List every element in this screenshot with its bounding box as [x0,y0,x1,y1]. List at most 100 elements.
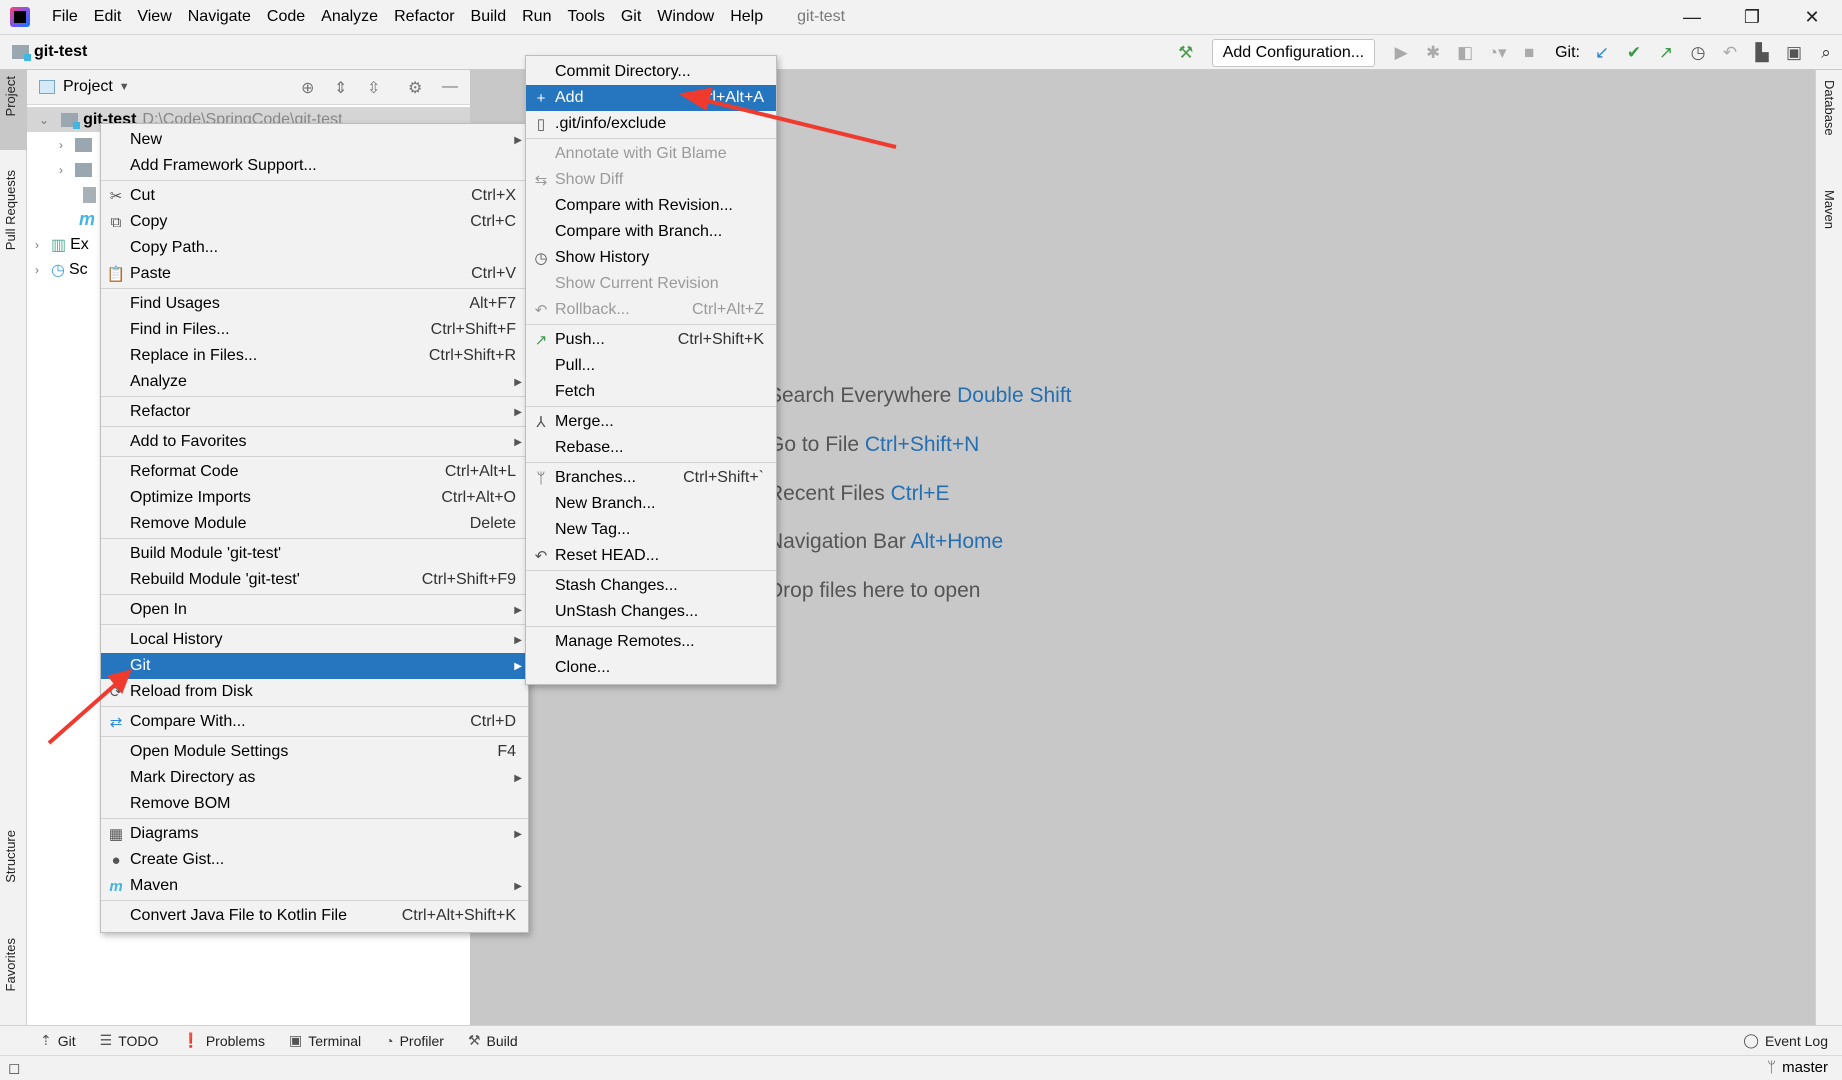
build-hammer-icon[interactable]: ⚒ [1170,43,1202,63]
menu-item-merge[interactable]: ⅄ Merge... [526,409,776,435]
collapse-all-icon[interactable]: ⇳ [367,78,380,98]
menu-item-copy[interactable]: ⧉ Copy Ctrl+C [101,209,528,235]
expand-all-icon[interactable]: ⇕ [334,78,347,98]
hide-icon[interactable]: — [442,78,458,96]
menu-item-new-tag[interactable]: New Tag... [526,517,776,543]
menu-item-clone[interactable]: Clone... [526,655,776,681]
project-structure-icon[interactable]: ▙ [1746,43,1778,63]
menu-item-open-module-settings[interactable]: Open Module Settings F4 [101,739,528,765]
menu-item-create-gist[interactable]: ● Create Gist... [101,847,528,873]
rollback-icon[interactable]: ↶ [1714,43,1746,63]
menu-item-compare-with-branch[interactable]: Compare with Branch... [526,219,776,245]
tool-window-maven[interactable]: Maven [1822,190,1837,229]
run-icon[interactable]: ▶ [1385,43,1417,63]
tool-window-structure[interactable]: Structure [3,830,18,883]
menu-item-local-history[interactable]: Local History ▶ [101,627,528,653]
menu-code[interactable]: Code [259,8,313,26]
menu-git[interactable]: Git [613,8,649,26]
menu-item-remove-bom[interactable]: Remove BOM [101,791,528,817]
restore-button[interactable]: ❐ [1722,0,1782,35]
menu-edit[interactable]: Edit [86,8,130,26]
menu-item-rebase[interactable]: Rebase... [526,435,776,461]
menu-item-compare-with[interactable]: ⇄ Compare With... Ctrl+D [101,709,528,735]
search-icon[interactable]: ⌕ [1810,43,1842,63]
menu-item-add[interactable]: + Add Ctrl+Alt+A [526,85,776,111]
menu-help[interactable]: Help [722,8,771,26]
menu-item-refactor[interactable]: Refactor ▶ [101,399,528,425]
gear-icon[interactable]: ⚙ [408,78,422,98]
tool-window-database[interactable]: Database [1822,80,1837,136]
menu-item-reload-from-disk[interactable]: ⟳ Reload from Disk [101,679,528,705]
tool-window-todo[interactable]: ☰ TODO [100,1032,159,1049]
menu-item-git[interactable]: Git ▶ [101,653,528,679]
menu-build[interactable]: Build [463,8,515,26]
locate-icon[interactable]: ⊕ [301,78,314,98]
history-icon[interactable]: ◷ [1682,43,1714,63]
menu-item-remove-module[interactable]: Remove Module Delete [101,511,528,537]
menu-item-build-module-git-test[interactable]: Build Module 'git-test' [101,541,528,567]
menu-item-copy-path[interactable]: Copy Path... [101,235,528,261]
menu-item-stash-changes[interactable]: Stash Changes... [526,573,776,599]
menu-navigate[interactable]: Navigate [180,8,259,26]
menu-view[interactable]: View [129,8,179,26]
coverage-icon[interactable]: ◧ [1449,43,1481,63]
tool-window-favorites[interactable]: Favorites [3,938,18,991]
menu-window[interactable]: Window [649,8,722,26]
menu-item-convert-java-file-to-kotlin-file[interactable]: Convert Java File to Kotlin File Ctrl+Alt… [101,903,528,929]
menu-item-annotate-with-git-blame[interactable]: Annotate with Git Blame [526,141,776,167]
menu-item-add-framework-support[interactable]: Add Framework Support... [101,153,528,179]
menu-item-pull[interactable]: Pull... [526,353,776,379]
event-log-button[interactable]: ◯ Event Log [1743,1032,1828,1049]
menu-item-commit-directory[interactable]: Commit Directory... [526,59,776,85]
tool-window-profiler[interactable]: ◔ Profiler [385,1032,444,1049]
tool-window-git[interactable]: ⇡ Git [40,1032,76,1049]
profile-icon[interactable]: ◔▾ [1481,43,1513,63]
menu-item-push[interactable]: ↗ Push... Ctrl+Shift+K [526,327,776,353]
menu-item-replace-in-files[interactable]: Replace in Files... Ctrl+Shift+R [101,343,528,369]
debug-icon[interactable]: ✱ [1417,43,1449,63]
menu-item-show-current-revision[interactable]: Show Current Revision [526,271,776,297]
run-anything-icon[interactable]: ▣ [1778,43,1810,63]
menu-item-new-branch[interactable]: New Branch... [526,491,776,517]
menu-analyze[interactable]: Analyze [313,8,386,26]
menu-item-paste[interactable]: 📋 Paste Ctrl+V [101,261,528,287]
project-view-dropdown[interactable]: Project [63,78,113,96]
menu-item-analyze[interactable]: Analyze ▶ [101,369,528,395]
menu-item-diagrams[interactable]: ▦ Diagrams ▶ [101,821,528,847]
stop-icon[interactable]: ■ [1513,43,1545,63]
menu-item-add-to-favorites[interactable]: Add to Favorites ▶ [101,429,528,455]
tool-window-problems[interactable]: ❗ Problems [182,1032,265,1049]
tool-window-pull-requests[interactable]: Pull Requests [3,170,18,250]
menu-item-new[interactable]: New ▶ [101,127,528,153]
menu-item-find-usages[interactable]: Find Usages Alt+F7 [101,291,528,317]
menu-item-optimize-imports[interactable]: Optimize Imports Ctrl+Alt+O [101,485,528,511]
tool-window-terminal[interactable]: ▣ Terminal [289,1032,361,1049]
git-branch-widget[interactable]: ᛘ master [1767,1059,1828,1076]
menu-item-show-diff[interactable]: ⇆ Show Diff [526,167,776,193]
tool-window-project[interactable]: Project [3,76,18,116]
menu-item-show-history[interactable]: ◷ Show History [526,245,776,271]
menu-run[interactable]: Run [514,8,559,26]
menu-item-reformat-code[interactable]: Reformat Code Ctrl+Alt+L [101,459,528,485]
menu-refactor[interactable]: Refactor [386,8,462,26]
menu-item-branches[interactable]: ᛘ Branches... Ctrl+Shift+` [526,465,776,491]
push-icon[interactable]: ↗ [1650,43,1682,63]
menu-tools[interactable]: Tools [559,8,612,26]
menu-item-unstash-changes[interactable]: UnStash Changes... [526,599,776,625]
menu-item-rebuild-module-git-test[interactable]: Rebuild Module 'git-test' Ctrl+Shift+F9 [101,567,528,593]
add-configuration-button[interactable]: Add Configuration... [1211,38,1376,67]
menu-item-fetch[interactable]: Fetch [526,379,776,405]
minimize-button[interactable]: — [1662,0,1722,35]
tool-window-build[interactable]: ⚒ Build [468,1032,518,1049]
menu-item-cut[interactable]: ✂ Cut Ctrl+X [101,183,528,209]
menu-item-git-info-exclude[interactable]: ▯ .git/info/exclude [526,111,776,137]
menu-file[interactable]: File [44,8,86,26]
menu-item-mark-directory-as[interactable]: Mark Directory as ▶ [101,765,528,791]
breadcrumb-project[interactable]: git-test [12,43,87,61]
menu-item-open-in[interactable]: Open In ▶ [101,597,528,623]
menu-item-compare-with-revision[interactable]: Compare with Revision... [526,193,776,219]
close-button[interactable]: ✕ [1782,0,1842,35]
menu-item-manage-remotes[interactable]: Manage Remotes... [526,629,776,655]
menu-item-reset-head[interactable]: ↶ Reset HEAD... [526,543,776,569]
menu-item-rollback[interactable]: ↶ Rollback... Ctrl+Alt+Z [526,297,776,323]
